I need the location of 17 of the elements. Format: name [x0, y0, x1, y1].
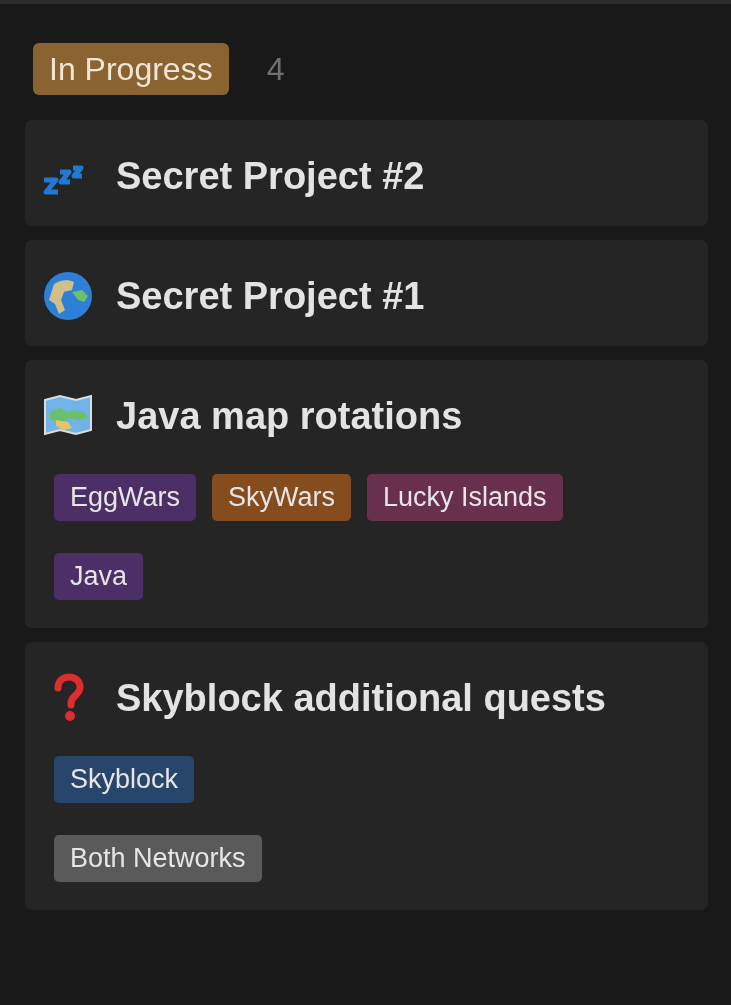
item-count: 4 — [266, 50, 285, 88]
project-card[interactable]: Secret Project #1 — [25, 240, 708, 346]
globe-icon — [42, 270, 94, 322]
project-card[interactable]: Secret Project #2 — [25, 120, 708, 226]
card-title: Skyblock additional quests — [116, 676, 606, 720]
card-title: Secret Project #2 — [116, 154, 425, 198]
card-title: Java map rotations — [116, 394, 463, 438]
tag: SkyWars — [212, 474, 352, 521]
tag: Java — [54, 553, 144, 600]
status-chip[interactable]: In Progress — [33, 43, 229, 95]
tag: Skyblock — [54, 756, 195, 803]
project-card[interactable]: Skyblock additional quests Skyblock Both Networks — [25, 642, 708, 910]
card-title: Secret Project #1 — [116, 274, 425, 318]
project-card[interactable]: Java map rotations EggWars SkyWars Lucky Islands Java — [25, 360, 708, 628]
tag: Both Networks — [54, 835, 262, 882]
tag: Lucky Islands — [367, 474, 563, 521]
tag: EggWars — [54, 474, 197, 521]
